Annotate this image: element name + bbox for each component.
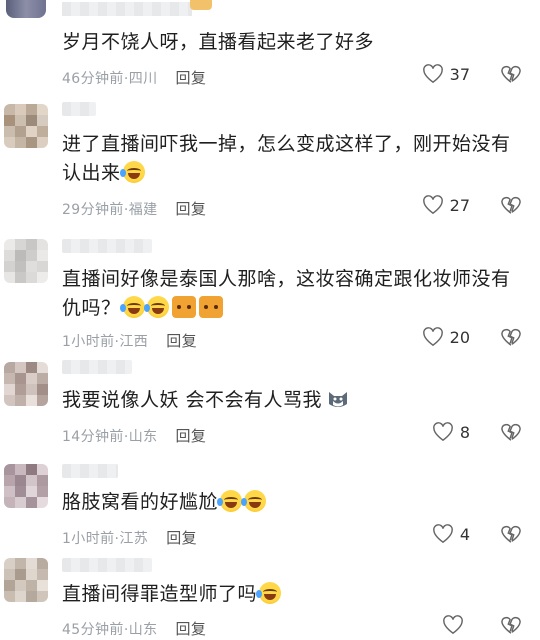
cat-emoji (198, 296, 223, 318)
username-blurred[interactable] (62, 102, 96, 116)
broken-heart-icon[interactable] (500, 195, 522, 215)
like-button[interactable]: 8 (432, 422, 470, 442)
comment-time: 1小时前 (62, 334, 115, 350)
username-blurred[interactable] (62, 2, 192, 16)
badge (190, 0, 212, 10)
comment-text: 直播间好像是泰国人那啥，这妆容确定跟化妆师没有仇吗？ (62, 268, 511, 319)
like-button[interactable]: 37 (422, 64, 470, 84)
laugh-cry-emoji (119, 296, 145, 318)
broken-heart-icon[interactable] (500, 422, 522, 442)
comment-time: 46分钟前 (62, 71, 124, 87)
like-button[interactable] (442, 615, 470, 635)
like-count: 4 (459, 524, 470, 544)
username-blurred[interactable] (62, 558, 152, 572)
broken-heart-icon[interactable] (500, 64, 522, 84)
comment-location: 山东 (128, 429, 158, 445)
comment-meta: 46分钟前·四川 回复 (62, 67, 206, 88)
comment-text: 我要说像人妖 会不会有人骂我 (62, 386, 522, 415)
husky-emoji (326, 388, 350, 410)
previous-comment-header (0, 0, 540, 26)
heart-outline-icon (422, 195, 443, 215)
broken-heart-icon[interactable] (500, 615, 522, 635)
laugh-cry-emoji (217, 490, 243, 512)
like-count: 27 (449, 195, 470, 215)
comment-meta: 1小时前·江西 回复 (62, 330, 197, 351)
username-blurred[interactable] (62, 239, 152, 253)
comment-time: 14分钟前 (62, 429, 124, 445)
comment-text: 直播间得罪造型师了吗 (62, 580, 522, 609)
avatar[interactable] (4, 558, 48, 602)
reply-button[interactable]: 回复 (176, 620, 207, 638)
heart-outline-icon (432, 524, 453, 544)
like-button[interactable]: 27 (422, 195, 470, 215)
reply-button[interactable]: 回复 (176, 200, 207, 218)
laugh-cry-emoji (143, 296, 169, 318)
reply-button[interactable]: 回复 (176, 427, 207, 445)
comment-meta: 14分钟前·山东 回复 (62, 425, 206, 446)
comment-time: 29分钟前 (62, 202, 124, 218)
like-count: 37 (449, 64, 470, 84)
comment-time: 45分钟前 (62, 622, 124, 638)
broken-heart-icon[interactable] (500, 327, 522, 347)
comment-meta: 1小时前·江苏 回复 (62, 527, 197, 548)
comment-text: 进了直播间吓我一掉，怎么变成这样了，刚开始没有认出来 (62, 133, 511, 184)
comment-location: 四川 (128, 71, 158, 87)
heart-outline-icon (422, 327, 443, 347)
heart-outline-icon (432, 422, 453, 442)
comment-location: 福建 (128, 202, 158, 218)
avatar[interactable] (4, 464, 48, 508)
like-button[interactable]: 20 (422, 327, 470, 347)
avatar[interactable] (6, 0, 46, 18)
laugh-cry-emoji (241, 490, 267, 512)
reply-button[interactable]: 回复 (166, 332, 197, 350)
heart-outline-icon (422, 64, 443, 84)
comment-meta: 45分钟前·山东 回复 (62, 618, 206, 639)
avatar[interactable] (4, 239, 48, 283)
comment-meta: 29分钟前·福建 回复 (62, 198, 206, 219)
like-button[interactable]: 4 (432, 524, 470, 544)
broken-heart-icon[interactable] (500, 524, 522, 544)
comment-location: 江苏 (119, 531, 149, 547)
laugh-cry-emoji (119, 161, 145, 183)
cat-emoji (171, 296, 196, 318)
comment-location: 山东 (128, 622, 158, 638)
heart-outline-icon (443, 615, 463, 635)
comment-text: 岁月不饶人呀，直播看起来老了好多 (62, 31, 375, 53)
avatar[interactable] (4, 104, 48, 148)
comment-text: 胳肢窝看的好尴尬 (62, 488, 522, 517)
laugh-cry-emoji (256, 582, 282, 604)
reply-button[interactable]: 回复 (166, 529, 197, 547)
comment-location: 江西 (119, 334, 149, 350)
like-count: 8 (459, 422, 470, 442)
username-blurred[interactable] (62, 360, 132, 374)
comment-time: 1小时前 (62, 531, 115, 547)
avatar[interactable] (4, 362, 48, 406)
like-count: 20 (449, 327, 470, 347)
reply-button[interactable]: 回复 (176, 69, 207, 87)
username-blurred[interactable] (62, 464, 118, 478)
